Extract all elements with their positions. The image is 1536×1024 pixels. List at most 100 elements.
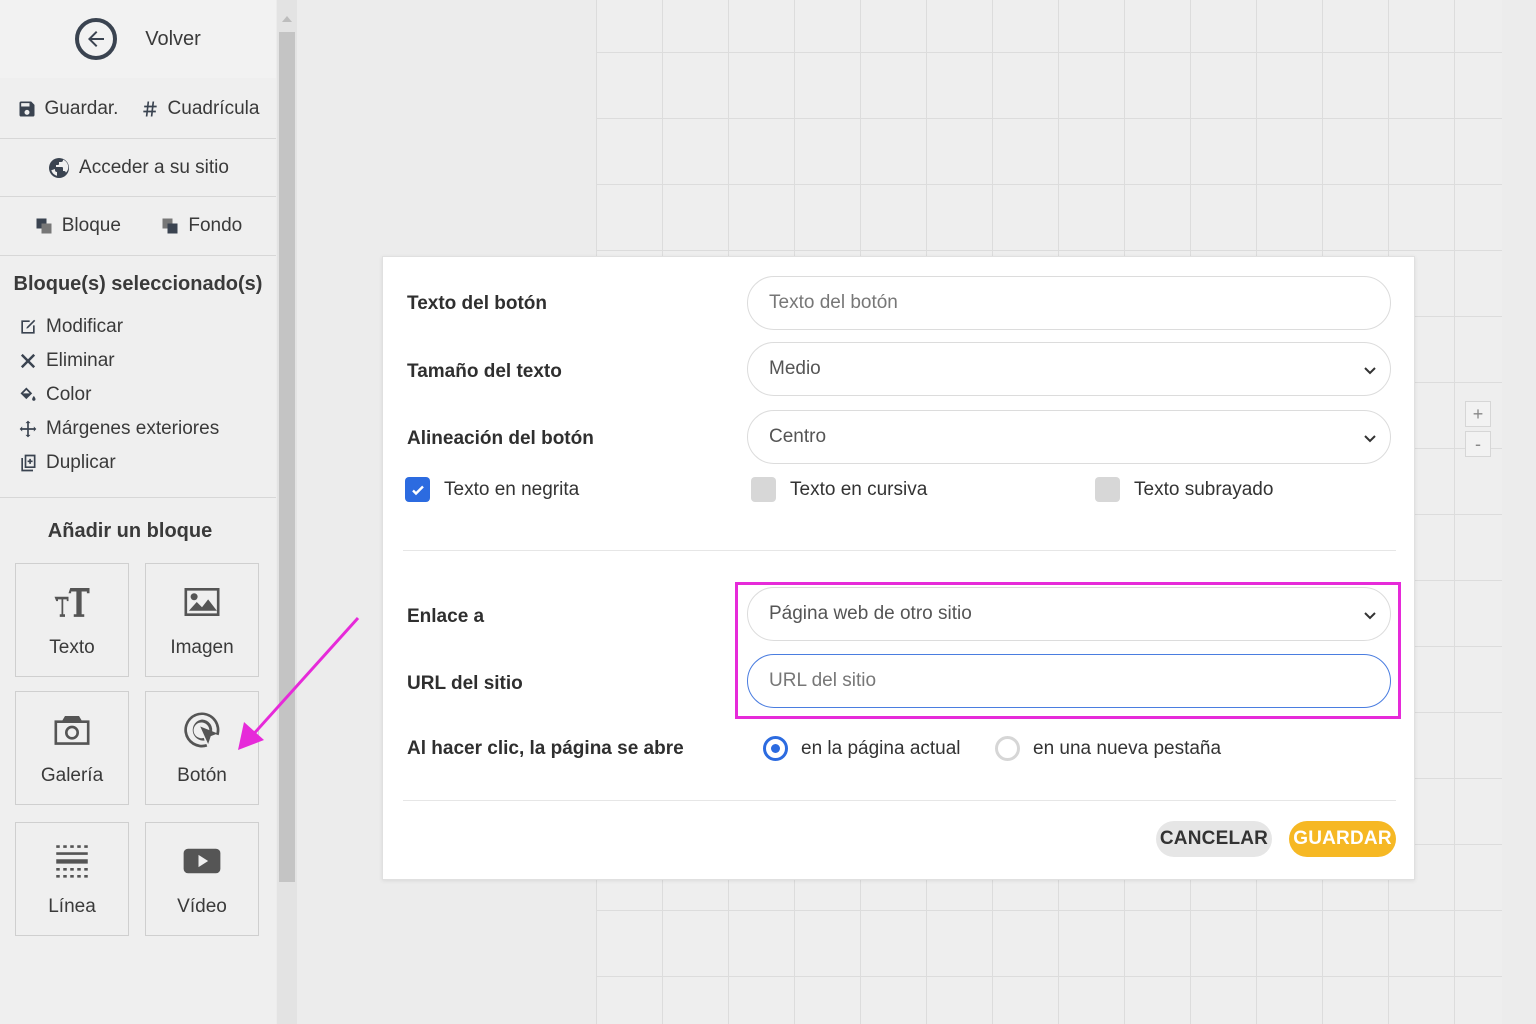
floppy-disk-icon	[19, 101, 35, 117]
grid-toggle-button[interactable]: Cuadrícula	[140, 98, 260, 120]
image-icon	[184, 588, 220, 616]
chevron-down-icon	[1364, 367, 1376, 375]
tile-label: Vídeo	[177, 896, 227, 917]
alignment-value: Centro	[769, 426, 827, 447]
grid-toggle-label: Cuadrícula	[167, 98, 260, 119]
text-size-label: Tamaño del texto	[407, 361, 562, 382]
back-label: Volver	[145, 27, 201, 50]
tile-label: Galería	[40, 765, 104, 786]
save-draft-label: Guardar.	[44, 98, 119, 119]
close-icon	[20, 353, 36, 369]
chevron-down-icon	[1364, 435, 1376, 443]
divider	[403, 800, 1396, 801]
link-type-select[interactable]: Página web de otro sitio	[747, 587, 1391, 641]
save-button[interactable]: GUARDAR	[1289, 821, 1396, 857]
button-text-field[interactable]	[747, 276, 1391, 330]
add-image-block[interactable]: Imagen	[145, 563, 259, 677]
tile-label: Imagen	[170, 637, 234, 658]
move-icon	[19, 420, 37, 438]
action-color[interactable]: Color	[18, 378, 219, 412]
save-draft-button[interactable]: Guardar.	[17, 98, 119, 120]
link-type-value: Página web de otro sitio	[769, 603, 972, 624]
radio-unselected-icon	[995, 736, 1020, 761]
action-delete[interactable]: Eliminar	[18, 344, 219, 378]
block-actions: Modificar Eliminar Color Márgenes exteri…	[18, 310, 219, 480]
italic-checkbox[interactable]: Texto en cursiva	[751, 477, 927, 502]
cancel-button[interactable]: CANCELAR	[1156, 821, 1272, 857]
alignment-select[interactable]: Centro	[747, 410, 1391, 464]
open-new-tab-label: en una nueva pestaña	[1033, 737, 1222, 759]
checkbox-checked-icon	[405, 477, 430, 502]
underline-checkbox[interactable]: Texto subrayado	[1095, 477, 1273, 502]
block-layers-icon	[36, 218, 52, 234]
divider	[0, 196, 276, 197]
divider	[403, 550, 1396, 551]
visit-site-label: Acceder a su sitio	[79, 157, 229, 178]
edit-icon	[21, 319, 36, 334]
button-settings-dialog: Texto del botón Tamaño del texto Medio A…	[382, 256, 1415, 880]
block-label: Bloque	[61, 215, 121, 236]
background-layers-icon	[162, 218, 178, 234]
sidebar: Volver Guardar. Cuadrícula Acceder a su …	[0, 0, 276, 1024]
button-text-input[interactable]	[769, 292, 1390, 314]
text-size-select[interactable]: Medio	[747, 342, 1391, 396]
text-size-icon	[54, 588, 90, 617]
add-block-title: Añadir un bloque	[47, 520, 213, 542]
add-gallery-block[interactable]: Galería	[15, 691, 129, 805]
underline-label: Texto subrayado	[1134, 478, 1274, 500]
action-modify[interactable]: Modificar	[18, 310, 219, 344]
action-label: Modificar	[46, 316, 124, 337]
site-url-input[interactable]	[769, 670, 1390, 692]
add-video-block[interactable]: Vídeo	[145, 822, 259, 936]
text-size-value: Medio	[769, 358, 821, 379]
line-icon	[56, 845, 88, 878]
click-icon	[184, 712, 220, 748]
sidebar-scrollbar[interactable]	[277, 0, 297, 1024]
text-style-options: Texto en negrita Texto en cursiva Texto …	[405, 477, 1395, 511]
block-button[interactable]: Bloque	[34, 215, 121, 237]
duplicate-icon	[21, 454, 36, 472]
radio-selected-icon	[763, 736, 788, 761]
add-line-block[interactable]: Línea	[15, 822, 129, 936]
button-text-label: Texto del botón	[407, 293, 548, 314]
globe-icon	[49, 158, 70, 178]
divider	[0, 138, 276, 139]
background-button[interactable]: Fondo	[160, 215, 242, 237]
chevron-down-icon	[1364, 612, 1376, 620]
back-arrow-icon	[75, 18, 118, 60]
bold-checkbox[interactable]: Texto en negrita	[405, 477, 579, 502]
visit-site-button[interactable]: Acceder a su sitio	[47, 156, 229, 180]
zoom-in-button[interactable]: +	[1465, 401, 1491, 427]
bold-label: Texto en negrita	[444, 478, 580, 500]
zoom-out-button[interactable]: -	[1465, 431, 1491, 457]
italic-label: Texto en cursiva	[790, 478, 928, 500]
site-url-label: URL del sitio	[407, 673, 523, 694]
open-new-tab-radio[interactable]: en una nueva pestaña	[995, 736, 1221, 761]
paint-bucket-icon	[20, 387, 36, 401]
open-behavior-label: Al hacer clic, la página se abre	[407, 738, 684, 759]
back-button[interactable]: Volver	[0, 0, 276, 78]
tile-label: Botón	[177, 765, 227, 786]
alignment-label: Alineación del botón	[407, 428, 594, 449]
action-label: Color	[46, 384, 92, 405]
selected-blocks-title: Bloque(s) seleccionado(s)	[13, 273, 263, 295]
link-label: Enlace a	[407, 606, 485, 627]
action-label: Eliminar	[46, 350, 115, 371]
scroll-up-icon[interactable]	[282, 16, 292, 22]
site-url-field[interactable]	[747, 654, 1391, 708]
divider	[0, 497, 276, 498]
camera-icon	[54, 716, 90, 745]
checkbox-unchecked-icon	[751, 477, 776, 502]
background-label: Fondo	[188, 215, 243, 236]
hash-icon	[142, 101, 157, 117]
scroll-thumb[interactable]	[279, 32, 295, 882]
add-text-block[interactable]: Texto	[15, 563, 129, 677]
youtube-icon	[183, 848, 221, 874]
action-label: Duplicar	[46, 452, 116, 473]
open-current-radio[interactable]: en la página actual	[763, 736, 961, 761]
action-duplicate[interactable]: Duplicar	[18, 446, 219, 480]
open-current-label: en la página actual	[801, 737, 961, 759]
divider	[0, 255, 276, 256]
add-button-block[interactable]: Botón	[145, 691, 259, 805]
action-margins[interactable]: Márgenes exteriores	[18, 412, 219, 446]
